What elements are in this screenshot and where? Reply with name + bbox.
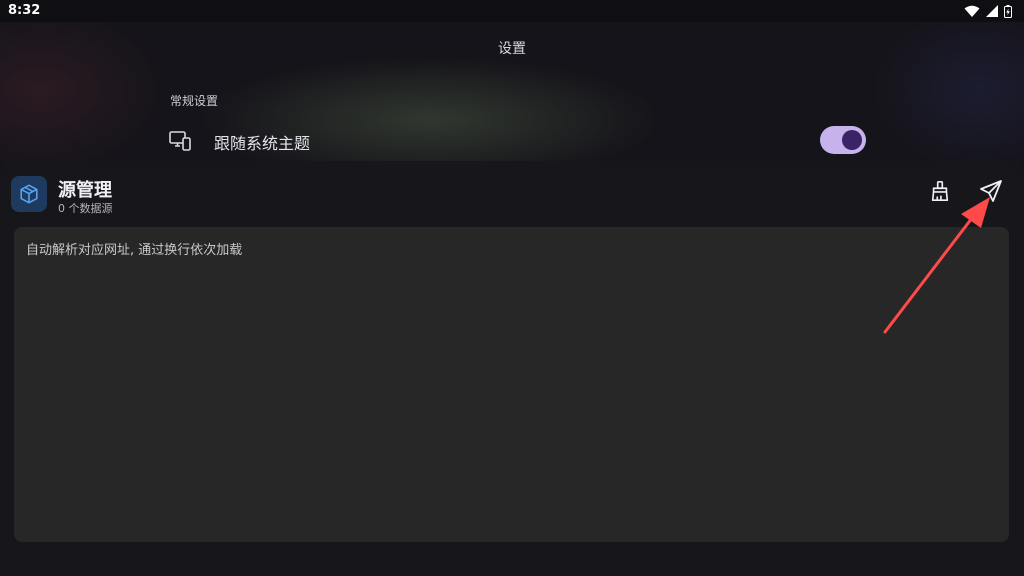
follow-system-theme-row[interactable]: 跟随系统主题: [168, 124, 868, 158]
source-url-input[interactable]: [14, 227, 1009, 542]
section-header: 常规设置: [170, 94, 219, 108]
wifi-icon: [964, 5, 980, 18]
follow-system-theme-label: 跟随系统主题: [214, 134, 311, 153]
page-title: 设置: [498, 41, 526, 57]
toggle-thumb: [842, 130, 862, 150]
follow-system-theme-toggle[interactable]: [820, 126, 866, 154]
devices-icon: [168, 130, 192, 156]
broom-icon: [929, 180, 951, 206]
send-icon: [979, 179, 1003, 207]
source-count: 0 个数据源: [58, 202, 113, 215]
status-bar: 8:32: [0, 0, 1024, 22]
signal-icon: [986, 5, 998, 17]
package-icon: [11, 176, 47, 212]
battery-icon: [1004, 4, 1012, 18]
clean-button[interactable]: [926, 179, 954, 207]
sheet-title: 源管理: [58, 180, 112, 201]
status-icons: [964, 4, 1012, 18]
status-time: 8:32: [8, 3, 41, 18]
send-button[interactable]: [977, 179, 1005, 207]
source-management-sheet: 源管理 0 个数据源: [0, 161, 1024, 576]
screen: 8:32 设置 常规设置 跟随系统主题 源管理 0 个数据源 自动解析对应网址,…: [0, 0, 1024, 576]
